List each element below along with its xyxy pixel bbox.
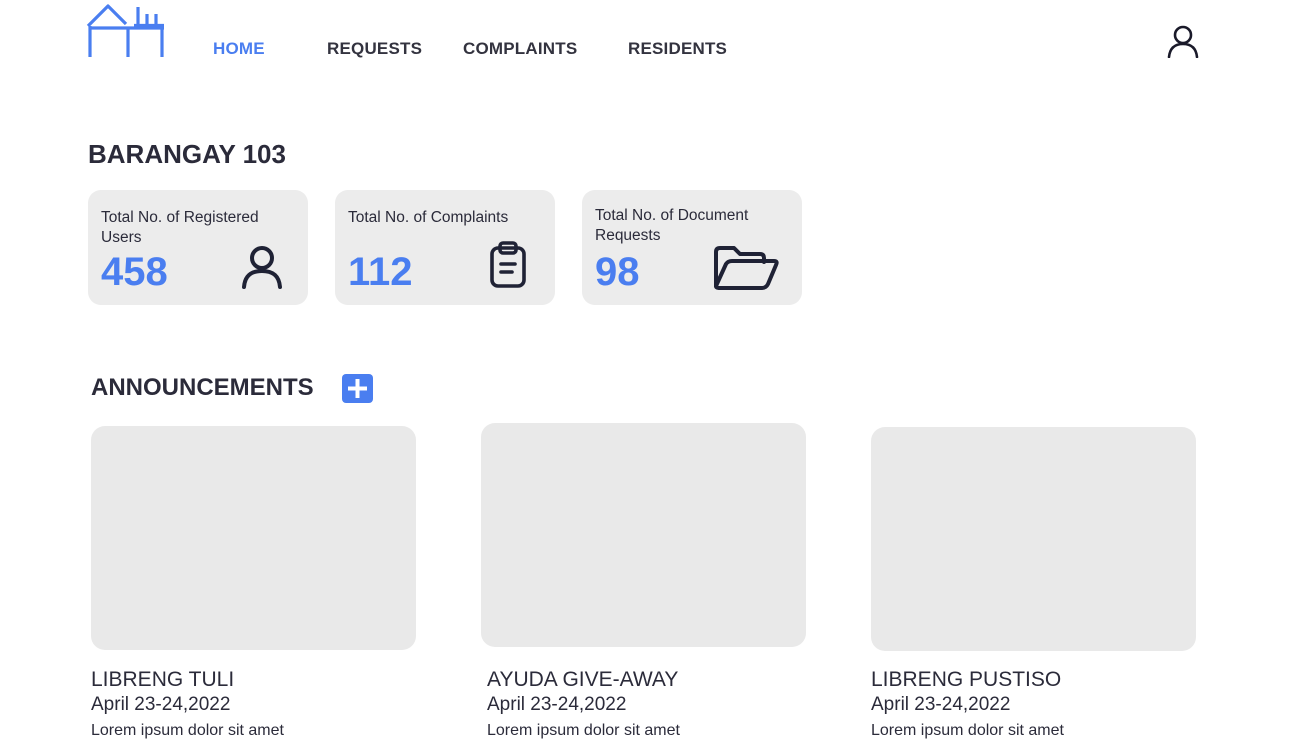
user-icon (242, 246, 282, 289)
profile-icon[interactable] (1166, 24, 1200, 58)
nav-residents[interactable]: RESIDENTS (628, 39, 727, 59)
announcement-image[interactable] (481, 423, 806, 647)
plus-icon (348, 379, 367, 398)
announcement-title: LIBRENG PUSTISO (871, 668, 1062, 691)
announcement-image[interactable] (871, 427, 1196, 651)
announcement-description: Lorem ipsum dolor sit amet (487, 722, 680, 739)
stat-value: 112 (348, 250, 413, 294)
announcement-date: April 23-24,2022 (91, 694, 231, 715)
announcement-title: LIBRENG TULI (91, 668, 235, 691)
page-title: BARANGAY 103 (88, 139, 286, 169)
stat-card-document-requests: Total No. of Document Requests 98 (582, 190, 802, 305)
folder-open-icon (714, 246, 779, 290)
nav-requests[interactable]: REQUESTS (327, 39, 422, 59)
announcement-date: April 23-24,2022 (871, 694, 1011, 715)
announcement-title: AYUDA GIVE-AWAY (487, 668, 679, 691)
nav-home[interactable]: HOME (213, 39, 265, 59)
stat-card-registered-users: Total No. of Registered Users 458 (88, 190, 308, 305)
announcement-description: Lorem ipsum dolor sit amet (91, 722, 284, 739)
stat-label: Total No. of Document Requests (595, 207, 749, 244)
logo-icon[interactable] (86, 2, 166, 58)
stat-label: Total No. of Complaints (348, 209, 509, 226)
announcement-image[interactable] (91, 426, 416, 650)
nav-complaints[interactable]: COMPLAINTS (463, 39, 577, 59)
announcement-description: Lorem ipsum dolor sit amet (871, 722, 1064, 739)
add-announcement-button[interactable] (342, 374, 373, 403)
stat-value: 98 (595, 250, 640, 294)
stat-label: Total No. of Registered Users (101, 209, 259, 246)
clipboard-icon (490, 241, 526, 288)
announcements-title: ANNOUNCEMENTS (91, 374, 314, 401)
stat-value: 458 (101, 250, 168, 294)
stat-card-complaints: Total No. of Complaints 112 (335, 190, 555, 305)
announcement-date: April 23-24,2022 (487, 694, 627, 715)
